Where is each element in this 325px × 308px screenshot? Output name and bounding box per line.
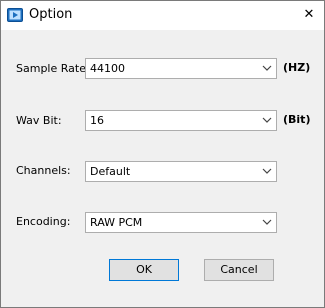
close-icon: ✕: [303, 7, 315, 22]
option-dialog: Option ✕ Sample Rate: 44100 (HZ) Wav Bit…: [0, 0, 325, 308]
channels-label: Channels:: [16, 164, 71, 177]
encoding-label: Encoding:: [16, 215, 71, 228]
channels-select[interactable]: Default: [85, 161, 277, 182]
chevron-down-icon: [262, 65, 272, 71]
encoding-value: RAW PCM: [90, 216, 143, 229]
chevron-down-icon: [262, 219, 272, 225]
cancel-button[interactable]: Cancel: [204, 259, 274, 281]
media-app-icon: [7, 8, 23, 22]
sample-rate-unit: (HZ): [283, 61, 311, 74]
sample-rate-select[interactable]: 44100: [85, 58, 277, 79]
title-bar: Option ✕: [1, 1, 324, 30]
ok-button[interactable]: OK: [109, 259, 179, 281]
window-title: Option: [29, 7, 73, 22]
sample-rate-label: Sample Rate:: [16, 62, 90, 75]
wav-bit-select[interactable]: 16: [85, 110, 277, 131]
chevron-down-icon: [262, 168, 272, 174]
close-button[interactable]: ✕: [294, 1, 324, 30]
sample-rate-value: 44100: [90, 62, 125, 75]
wav-bit-label: Wav Bit:: [16, 114, 62, 127]
chevron-down-icon: [262, 117, 272, 123]
wav-bit-value: 16: [90, 114, 104, 127]
channels-value: Default: [90, 165, 131, 178]
encoding-select[interactable]: RAW PCM: [85, 212, 277, 233]
wav-bit-unit: (Bit): [283, 113, 311, 126]
